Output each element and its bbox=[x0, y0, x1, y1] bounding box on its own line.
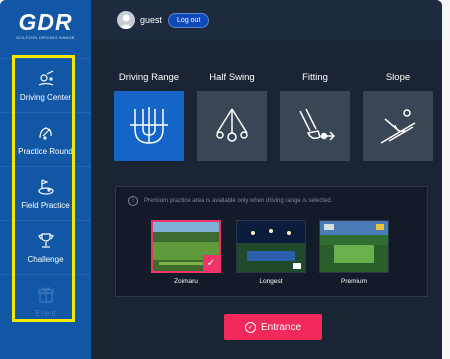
premium-notice-text: Premium practice area is available only … bbox=[144, 198, 333, 204]
driving-range-tile[interactable] bbox=[114, 91, 184, 161]
course-card-zoimaru[interactable]: ✓ Zoimaru bbox=[151, 220, 221, 285]
mode-fitting[interactable]: Fitting bbox=[275, 72, 355, 161]
course-label: Zoimaru bbox=[174, 278, 198, 285]
sidebar: GDR GOLFZON DRIVING RANGE Driving Center… bbox=[0, 0, 91, 359]
mode-label: Half Swing bbox=[209, 72, 255, 83]
half-swing-tile[interactable] bbox=[197, 91, 267, 161]
selected-check-icon: ✓ bbox=[203, 255, 219, 271]
info-icon: i bbox=[128, 196, 138, 206]
course-card-premium[interactable]: Premium bbox=[319, 220, 389, 285]
entrance-button[interactable]: ✓ Entrance bbox=[224, 314, 322, 340]
mode-slope[interactable]: Slope bbox=[358, 72, 438, 161]
header: guest Log out bbox=[91, 0, 442, 40]
logo-text: GDR bbox=[18, 8, 73, 35]
slope-icon bbox=[380, 109, 416, 144]
mode-label: Fitting bbox=[302, 72, 328, 83]
logo-subtitle: GOLFZON DRIVING RANGE bbox=[16, 34, 75, 40]
check-circle-icon: ✓ bbox=[244, 321, 256, 333]
course-thumbnail[interactable] bbox=[236, 220, 306, 273]
mode-label: Slope bbox=[385, 72, 411, 83]
driving-range-icon bbox=[130, 107, 168, 144]
logo: GDR GOLFZON DRIVING RANGE bbox=[0, 0, 91, 50]
slope-tile[interactable] bbox=[363, 91, 433, 161]
mode-half-swing[interactable]: Half Swing bbox=[192, 72, 272, 161]
avatar bbox=[117, 11, 135, 29]
main-panel: Driving Range Half Swing Fitting Slope i… bbox=[91, 40, 442, 359]
entrance-label: Entrance bbox=[260, 321, 302, 333]
highlight-annotation bbox=[12, 55, 75, 322]
app-window: GDR GOLFZON DRIVING RANGE Driving Center… bbox=[0, 0, 442, 359]
mode-driving-range[interactable]: Driving Range bbox=[109, 72, 189, 161]
course-label: Longest bbox=[259, 278, 283, 285]
course-card-longest[interactable]: Longest bbox=[236, 220, 306, 285]
premium-practice-panel: i Premium practice area is available onl… bbox=[115, 186, 428, 297]
half-swing-icon bbox=[216, 108, 248, 142]
fitting-tile[interactable] bbox=[280, 91, 350, 161]
fitting-icon bbox=[299, 108, 336, 141]
course-thumbnail[interactable]: ✓ bbox=[151, 220, 221, 273]
username: guest bbox=[140, 15, 163, 25]
premium-notice: i Premium practice area is available onl… bbox=[128, 196, 332, 206]
course-label: Premium bbox=[340, 278, 367, 285]
course-thumbnail[interactable] bbox=[319, 220, 389, 273]
logout-button[interactable]: Log out bbox=[168, 12, 210, 28]
mode-label: Driving Range bbox=[118, 72, 180, 83]
